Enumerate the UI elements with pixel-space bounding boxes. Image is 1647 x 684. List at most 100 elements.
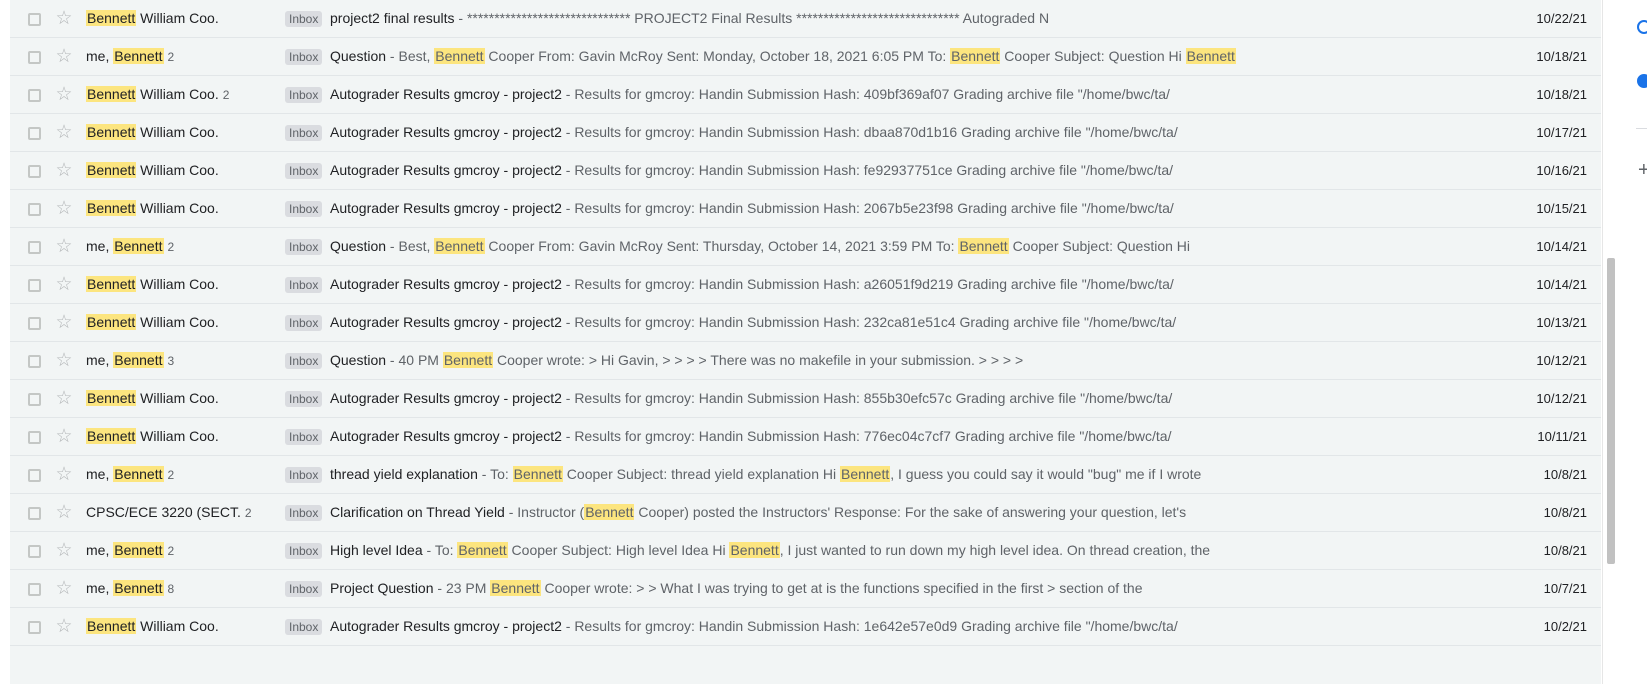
subject: Autograder Results gmcroy - project2 xyxy=(330,86,562,102)
text-segment: Cooper From: Gavin McRoy Sent: Monday, O… xyxy=(484,48,951,64)
email-row[interactable]: ☆ me, Bennett 2 Inbox High level Idea - To: … xyxy=(10,532,1601,570)
thread-count: 2 xyxy=(167,468,175,482)
subject-line: Clarification on Thread Yield - Instruct… xyxy=(330,494,1500,531)
date: 10/13/21 xyxy=(1536,315,1587,330)
select-checkbox[interactable] xyxy=(28,545,41,558)
email-row[interactable]: ☆ me, Bennett 2 Inbox thread yield explanati… xyxy=(10,456,1601,494)
snippet: - Results for gmcroy: Handin Submission … xyxy=(562,200,1174,216)
subject: Autograder Results gmcroy - project2 xyxy=(330,314,562,330)
sender: Bennett William Coo. xyxy=(86,608,276,645)
email-row[interactable]: ☆ me, Bennett 2 Inbox Question - Best, Benne… xyxy=(10,38,1601,76)
select-checkbox[interactable] xyxy=(28,203,41,216)
email-row[interactable]: ☆ Bennett William Coo. Inbox project2 final… xyxy=(10,0,1601,38)
text-segment: Cooper Subject: Question Hi xyxy=(1008,238,1191,254)
select-checkbox[interactable] xyxy=(28,469,41,482)
select-checkbox[interactable] xyxy=(28,507,41,520)
subject-line: Autograder Results gmcroy - project2 - R… xyxy=(330,114,1500,151)
email-row[interactable]: ☆ Bennett William Coo. Inbox Autograder Res… xyxy=(10,114,1601,152)
inbox-label: Inbox xyxy=(285,467,323,483)
email-row[interactable]: ☆ Bennett William Coo. Inbox Autograder Res… xyxy=(10,380,1601,418)
star-icon[interactable]: ☆ xyxy=(54,47,74,67)
star-icon[interactable]: ☆ xyxy=(54,275,74,295)
email-row[interactable]: ☆ Bennett William Coo. Inbox Autograder Res… xyxy=(10,190,1601,228)
select-checkbox[interactable] xyxy=(28,621,41,634)
star-icon[interactable]: ☆ xyxy=(54,617,74,637)
select-checkbox[interactable] xyxy=(28,583,41,596)
date: 10/16/21 xyxy=(1536,163,1587,178)
thread-count: 2 xyxy=(167,50,175,64)
star-icon[interactable]: ☆ xyxy=(54,389,74,409)
text-segment: William Coo. xyxy=(136,200,219,216)
text-segment: me, xyxy=(86,542,114,558)
highlight: Bennett xyxy=(950,48,1001,64)
star-icon[interactable]: ☆ xyxy=(54,123,74,143)
add-icon[interactable]: + xyxy=(1638,160,1647,180)
email-row[interactable]: ☆ Bennett William Coo. Inbox Autograder Res… xyxy=(10,608,1601,646)
highlight: Bennett xyxy=(958,238,1009,254)
select-checkbox[interactable] xyxy=(28,355,41,368)
scrollbar[interactable] xyxy=(1602,0,1619,684)
email-row[interactable]: ☆ me, Bennett 8 Inbox Project Question - 23 … xyxy=(10,570,1601,608)
snippet: - 40 PM Bennett Cooper wrote: > Hi Gavin… xyxy=(386,352,1023,368)
select-checkbox[interactable] xyxy=(28,13,41,26)
sender: me, Bennett 2 xyxy=(86,532,276,569)
select-checkbox[interactable] xyxy=(28,279,41,292)
highlight: Bennett xyxy=(434,238,485,254)
star-icon[interactable]: ☆ xyxy=(54,351,74,371)
subject: thread yield explanation xyxy=(330,466,478,482)
email-row[interactable]: ☆ Bennett William Coo. Inbox Autograder Res… xyxy=(10,266,1601,304)
text-segment: - Results for gmcroy: Handin Submission … xyxy=(561,390,1173,406)
star-icon[interactable]: ☆ xyxy=(54,541,74,561)
email-row[interactable]: ☆ Bennett William Coo. 2 Inbox Autograder Re… xyxy=(10,76,1601,114)
sender: Bennett William Coo. xyxy=(86,304,276,341)
inbox-label: Inbox xyxy=(285,87,323,103)
text-segment: William Coo. xyxy=(136,124,219,140)
select-checkbox[interactable] xyxy=(28,51,41,64)
text-segment: Cooper) posted the Instructors' Response… xyxy=(634,504,1187,520)
calendar-icon[interactable] xyxy=(1637,20,1647,34)
star-icon[interactable]: ☆ xyxy=(54,579,74,599)
email-row[interactable]: ☆ me, Bennett 2 Inbox Question - Best, Benne… xyxy=(10,228,1601,266)
select-checkbox[interactable] xyxy=(28,127,41,140)
snippet: - Results for gmcroy: Handin Submission … xyxy=(562,428,1172,444)
select-checkbox[interactable] xyxy=(28,431,41,444)
select-checkbox[interactable] xyxy=(28,317,41,330)
contacts-icon[interactable] xyxy=(1637,74,1647,88)
inbox-label: Inbox xyxy=(285,505,323,521)
star-icon[interactable]: ☆ xyxy=(54,161,74,181)
scrollbar-thumb[interactable] xyxy=(1607,258,1615,564)
sender: Bennett William Coo. xyxy=(86,114,276,151)
select-checkbox[interactable] xyxy=(28,89,41,102)
inbox-label: Inbox xyxy=(285,125,323,141)
date: 10/18/21 xyxy=(1536,49,1587,64)
email-row[interactable]: ☆ CPSC/ECE 3220 (SECT. 2 Inbox Clarification… xyxy=(10,494,1601,532)
select-checkbox[interactable] xyxy=(28,393,41,406)
subject-line: High level Idea - To: Bennett Cooper Sub… xyxy=(330,532,1500,569)
snippet: - Results for gmcroy: Handin Submission … xyxy=(562,162,1173,178)
subject: Autograder Results gmcroy - project2 xyxy=(330,428,562,444)
subject: Question xyxy=(330,352,387,368)
star-icon[interactable]: ☆ xyxy=(54,9,74,29)
star-icon[interactable]: ☆ xyxy=(54,199,74,219)
star-icon[interactable]: ☆ xyxy=(54,313,74,333)
text-segment: William Coo. xyxy=(136,618,219,634)
select-checkbox[interactable] xyxy=(28,241,41,254)
text-segment: William Coo. xyxy=(136,162,219,178)
star-icon[interactable]: ☆ xyxy=(54,427,74,447)
highlight: Bennett xyxy=(434,48,485,64)
email-row[interactable]: ☆ Bennett William Coo. Inbox Autograder Res… xyxy=(10,418,1601,456)
email-row[interactable]: ☆ Bennett William Coo. Inbox Autograder Res… xyxy=(10,152,1601,190)
email-row[interactable]: ☆ Bennett William Coo. Inbox Autograder Res… xyxy=(10,304,1601,342)
star-icon[interactable]: ☆ xyxy=(54,85,74,105)
highlight: Bennett xyxy=(512,466,563,482)
inbox-label: Inbox xyxy=(285,201,323,217)
email-row[interactable]: ☆ me, Bennett 3 Inbox Question - 40 PM Benne… xyxy=(10,342,1601,380)
select-checkbox[interactable] xyxy=(28,165,41,178)
sender: me, Bennett 2 xyxy=(86,228,276,265)
star-icon[interactable]: ☆ xyxy=(54,465,74,485)
date: 10/8/21 xyxy=(1543,467,1587,482)
star-icon[interactable]: ☆ xyxy=(54,503,74,523)
thread-count: 2 xyxy=(222,88,230,102)
star-icon[interactable]: ☆ xyxy=(54,237,74,257)
sender: Bennett William Coo. xyxy=(86,266,276,303)
